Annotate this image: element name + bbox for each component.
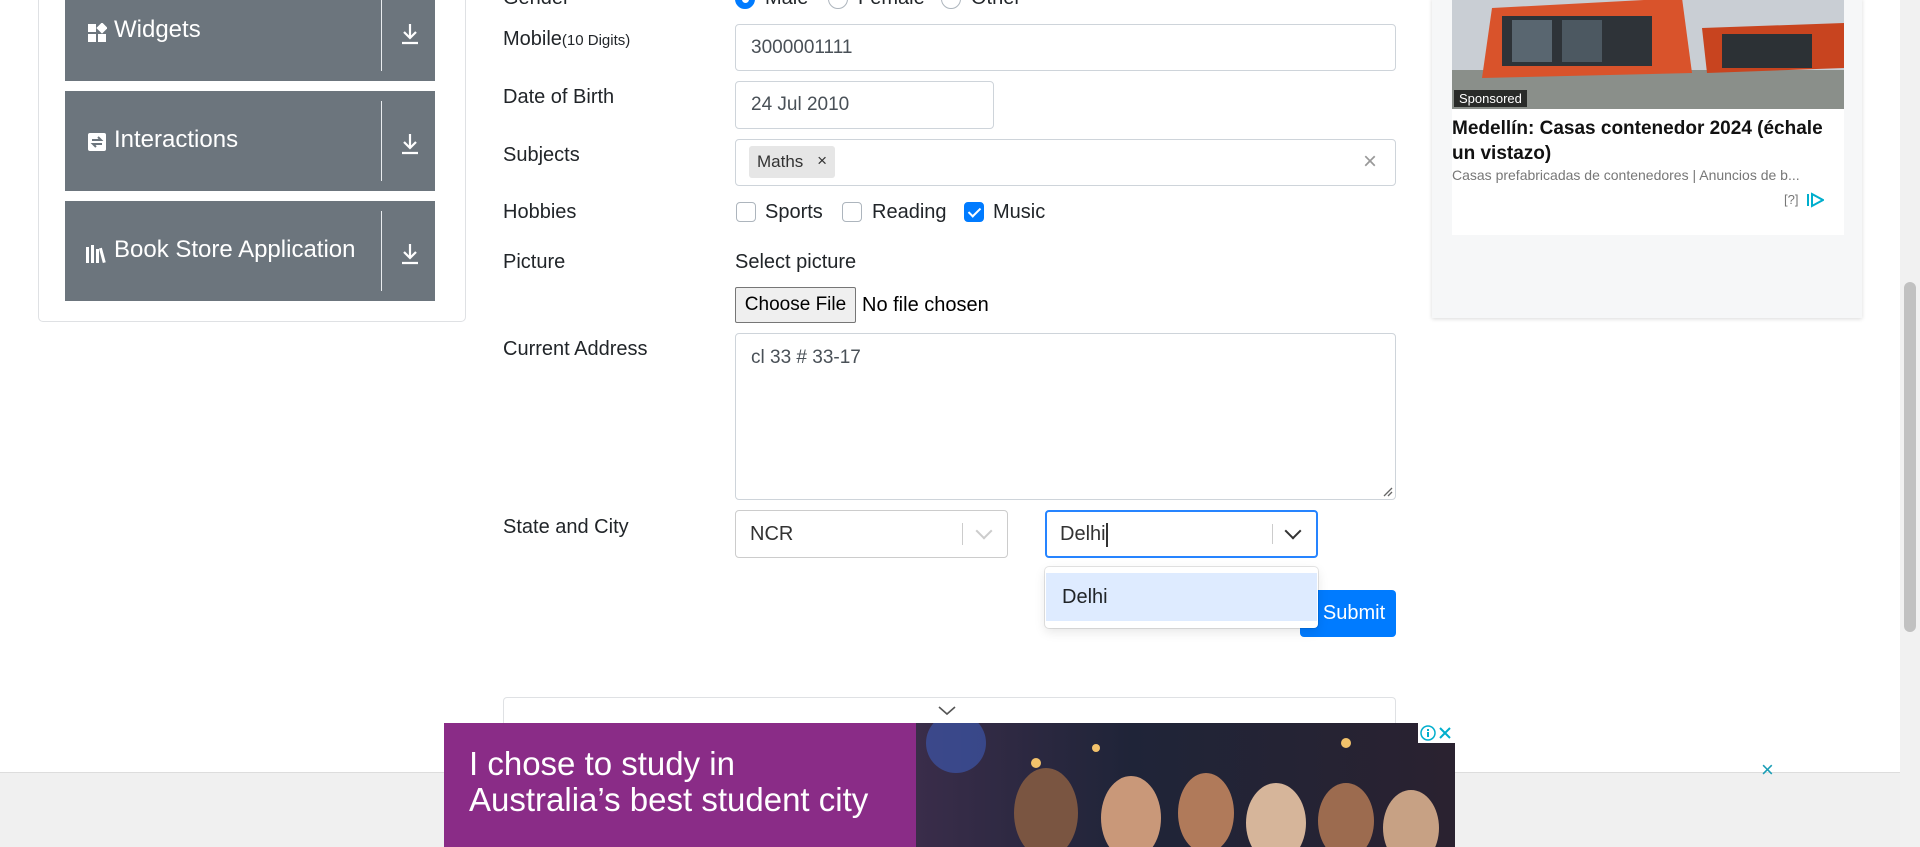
city-option[interactable]: Delhi (1046, 573, 1317, 621)
download-icon[interactable] (399, 132, 421, 156)
address-label: Current Address (503, 338, 648, 360)
widgets-icon (88, 23, 107, 42)
hobby-label-sports: Sports (765, 201, 823, 223)
file-status: No file chosen (862, 294, 989, 316)
books-icon (86, 245, 106, 264)
subject-tag-label: Maths (757, 152, 804, 171)
remove-tag-icon[interactable]: × (817, 151, 827, 171)
chevron-down-icon[interactable] (1284, 522, 1302, 540)
select-picture-label: Select picture (735, 251, 857, 273)
mobile-label: Mobile(10 Digits) (503, 28, 630, 51)
banner-photo (916, 723, 1455, 847)
sponsored-ad[interactable]: Sponsored Medellín: Casas contenedor 202… (1432, 0, 1862, 318)
resize-handle-icon[interactable] (1382, 486, 1393, 497)
text-cursor (1106, 523, 1108, 547)
city-dropdown-menu: Delhi (1045, 567, 1318, 628)
gender-option-other: Other (971, 0, 1021, 10)
gender-label: Gender (503, 0, 570, 10)
download-icon[interactable] (399, 22, 421, 46)
sidebar-group-interactions[interactable]: Interactions (65, 91, 435, 191)
page-scrollbar[interactable] (1900, 0, 1920, 847)
close-bar-icon[interactable]: × (1761, 757, 1774, 783)
picture-label: Picture (503, 251, 566, 273)
ad-headline[interactable]: Medellín: Casas contenedor 2024 (échale … (1452, 116, 1832, 166)
banner-ad[interactable]: I chose to study in Australia’s best stu… (444, 723, 1455, 847)
city-select[interactable]: Delhi (1045, 510, 1318, 558)
select-divider (962, 523, 963, 545)
clear-all-icon[interactable]: × (1363, 148, 1377, 176)
hobby-checkbox-music[interactable] (964, 202, 984, 222)
banner-line-2: Australia’s best student city (469, 781, 869, 818)
dob-input[interactable]: 24 Jul 2010 (735, 81, 994, 129)
close-icon[interactable] (1438, 726, 1452, 740)
gender-option-male: Male (765, 0, 808, 10)
subject-tag: Maths × (749, 146, 835, 178)
gender-radio-other[interactable] (941, 0, 961, 9)
submit-label: Submit (1322, 602, 1386, 624)
hobby-checkbox-sports[interactable] (736, 202, 756, 222)
state-city-label: State and City (503, 516, 629, 538)
state-value: NCR (750, 523, 794, 545)
hobby-label-reading: Reading (872, 201, 947, 223)
sidebar-divider (381, 0, 382, 71)
chevron-down-icon[interactable] (938, 705, 956, 717)
gender-option-female: Female (858, 0, 925, 10)
state-select[interactable]: NCR (735, 510, 1008, 558)
sidebar-group-widgets[interactable]: Widgets (65, 0, 435, 81)
hobbies-label: Hobbies (503, 201, 577, 223)
hobby-checkbox-reading[interactable] (842, 202, 862, 222)
ad-info[interactable]: [?] (1784, 192, 1798, 207)
mobile-label-text: Mobile (503, 28, 562, 50)
download-icon[interactable] (399, 242, 421, 266)
address-textarea[interactable]: cl 33 # 33-17 (735, 333, 1396, 500)
subjects-label: Subjects (503, 144, 580, 166)
adchoices-icon[interactable] (1806, 192, 1824, 208)
select-divider (1272, 524, 1273, 544)
mobile-input[interactable]: 3000001111 (735, 24, 1396, 71)
city-input[interactable]: Delhi (1060, 523, 1106, 546)
chevron-down-icon[interactable] (975, 522, 993, 540)
gender-radio-female[interactable] (828, 0, 848, 9)
sidebar-label-interactions: Interactions (114, 126, 239, 153)
info-icon[interactable] (1420, 725, 1436, 741)
interactions-icon (88, 133, 106, 151)
banner-line-1: I chose to study in (469, 745, 735, 782)
sidebar-label-widgets: Widgets (114, 16, 201, 43)
dob-label: Date of Birth (503, 86, 615, 108)
sidebar-group-book-store[interactable]: Book Store Application (65, 201, 435, 301)
choose-file-button[interactable]: Choose File (735, 287, 856, 323)
ad-source: Casas prefabricadas de contenedores | An… (1452, 167, 1800, 183)
sidebar-divider (381, 211, 382, 291)
sponsored-badge: Sponsored (1454, 90, 1527, 107)
scrollbar-thumb[interactable] (1904, 282, 1916, 632)
gender-radio-male[interactable] (735, 0, 755, 9)
hobby-label-music: Music (993, 201, 1046, 223)
mobile-hint: (10 Digits) (561, 32, 631, 49)
sidebar-label-book-store: Book Store Application (114, 236, 356, 263)
sidebar-divider (381, 101, 382, 181)
